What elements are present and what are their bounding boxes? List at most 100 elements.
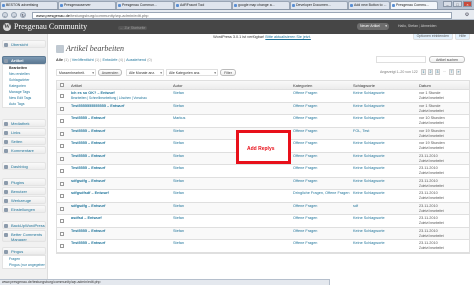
post-title-link[interactable]: Test5555 – Entwurf [71,141,171,146]
column-date[interactable]: Datum [419,81,431,90]
sidebar-item-comments[interactable]: Kommentare [2,146,46,154]
back-icon[interactable]: ← [2,12,8,18]
browser-tab[interactable]: Presgenauserver [58,1,116,9]
sidebar-item-pingus[interactable]: Pingus [2,247,46,255]
filter-published[interactable]: Veröffentlicht [72,58,94,62]
column-categories[interactable]: Kategorien [293,81,312,90]
page-link[interactable]: 3 [435,69,440,75]
column-tags[interactable]: Schlagworte [353,81,375,90]
sidebar-item-tools[interactable]: Werkzeuge [2,196,46,204]
row-checkbox[interactable] [60,169,64,173]
bulk-actions-select[interactable]: Massenbearbeit. ▾ [56,69,96,76]
row-checkbox[interactable] [60,119,64,123]
browser-tab[interactable]: Add new Button to ... [348,1,390,9]
post-title-link[interactable]: Ich es so OK? – Entwurf [71,91,171,96]
post-title-link[interactable]: Test5555 – Entwurf [71,229,171,234]
row-checkbox[interactable] [60,244,64,248]
browser-tab[interactable]: Developer Documen... [290,1,348,9]
howdy-user[interactable]: Hallo, Stefan [398,24,418,28]
category-filter-select[interactable]: Alle Kategorien anz. ▾ [166,69,218,76]
sidebar-item-links[interactable]: Links [2,128,46,136]
search-articles-button[interactable]: Artikel suchen [429,56,465,63]
help-button[interactable]: Hilfe [454,34,470,40]
post-author-link[interactable]: Stefan [173,91,213,96]
sidebar-item-dashblog[interactable]: Dashblog [2,162,46,170]
browser-tab[interactable]: AdRFraunt Tool [174,1,232,9]
post-categories[interactable]: Dringliche Fragen, Offene Fragen [293,191,353,196]
post-categories[interactable]: Offene Fragen [293,166,353,171]
logout-link[interactable]: Abmelden [421,24,437,28]
post-title-link[interactable]: Test5555 – Entwurf [71,116,171,121]
post-categories[interactable]: Offene Fragen [293,204,353,209]
row-checkbox[interactable] [60,106,64,111]
url-input[interactable]: www.presgenau.de/testungsburg/community/… [32,12,452,19]
column-title[interactable]: Artikel [71,81,82,90]
favorite-actions-dropdown[interactable]: Neuer Artikel ▾ [357,23,389,30]
post-categories[interactable]: Offene Fragen [293,141,353,146]
update-notice-link[interactable]: Bitte aktualisieren Sie jetzt. [265,35,311,39]
sidebar-item-comments-manager[interactable]: Better Comments Manager [2,230,46,242]
post-author-link[interactable]: Stefan [173,104,213,109]
post-tags[interactable]: Keine Schlagworte [353,179,413,184]
post-tags[interactable]: Keine Schlagworte [353,104,413,109]
post-author-link[interactable]: Markus [173,116,213,121]
post-categories[interactable]: Offene Fragen [293,179,353,184]
sidebar-item-articles[interactable]: Artikel [2,56,46,64]
post-author-link[interactable]: Stefan [173,229,213,234]
page-link[interactable]: 2 [428,69,433,75]
post-categories[interactable]: Offene Fragen [293,241,353,246]
post-author-link[interactable]: Stefan [173,166,213,171]
post-author-link[interactable]: Stefan [173,204,213,209]
filter-all[interactable]: Alle [56,58,63,62]
page-next[interactable]: » [456,69,461,75]
post-title-link[interactable]: Test5555 – Entwurf [71,154,171,159]
browser-tab[interactable]: google map change a... [232,1,290,9]
page-link[interactable]: 1 [421,69,426,75]
post-title-link[interactable]: Test5555 – Entwurf [71,129,171,134]
browser-tab-active[interactable]: Presgenau Commu... [390,1,438,9]
post-tags[interactable]: Keine Schlagworte [353,216,413,221]
row-checkbox[interactable] [60,231,64,236]
filter-button[interactable]: Filter [220,69,236,76]
filter-pending[interactable]: Ausstehend [126,58,146,62]
row-actions[interactable]: Bearbeiten | Schnellbearbeitung | Lösche… [71,96,179,101]
sidebar-item-dashboard[interactable]: Übersicht [2,40,46,48]
post-categories[interactable]: Offene Fragen [293,229,353,234]
post-author-link[interactable]: Stefan [173,141,213,146]
post-title-link[interactable]: Test5555555555555 – Entwurf [71,104,171,109]
forward-icon[interactable]: → [11,12,17,18]
maximize-icon[interactable]: □ [453,1,462,7]
post-author-link[interactable]: Stefan [173,241,213,246]
post-title-link[interactable]: asdfsd – Entwurf [71,216,171,221]
row-checkbox[interactable] [60,181,64,186]
sidebar-item-settings[interactable]: Einstellungen [2,205,46,213]
row-checkbox[interactable] [60,144,64,148]
browser-tab[interactable]: BESTON advertising [0,1,58,9]
row-checkbox[interactable] [60,206,64,211]
post-title-link[interactable]: sdfgsdfsdf – Entwurf [71,191,171,196]
post-title-link[interactable]: Test5555 – Entwurf [71,241,171,246]
sidebar-item-media[interactable]: Mediathek [2,119,46,127]
sidebar-item-users[interactable]: Benutzer [2,187,46,195]
post-tags[interactable]: Keine Schlagworte [353,166,413,171]
visit-site-button[interactable]: ← Zur Startseite [118,26,148,30]
post-tags[interactable]: sdf [353,204,413,209]
post-author-link[interactable]: Stefan [173,216,213,221]
post-tags[interactable]: Keine Schlagworte [353,91,413,96]
date-filter-select[interactable]: Alle Monate anz. ▾ [126,69,164,76]
post-categories[interactable]: Offene Fragen [293,129,353,134]
sidebar-item-pages[interactable]: Seiten [2,137,46,145]
post-categories[interactable]: Offene Fragen [293,91,353,96]
post-tags[interactable]: FOL, Test [353,129,413,134]
post-categories[interactable]: Offene Fragen [293,154,353,159]
post-categories[interactable]: Offene Fragen [293,104,353,109]
post-author-link[interactable]: Stefan [173,154,213,159]
sidebar-item-backup[interactable]: BackUpWordPress [2,221,46,229]
post-tags[interactable]: Keine Schlagworte [353,241,413,246]
select-all-checkbox[interactable] [60,83,64,87]
submenu-item[interactable]: Auto Tags [3,101,45,107]
post-categories[interactable]: Offene Fragen [293,116,353,121]
wrench-icon[interactable]: ⚙ [463,12,471,18]
row-checkbox[interactable] [60,219,64,223]
reload-icon[interactable]: ↻ [20,12,26,18]
